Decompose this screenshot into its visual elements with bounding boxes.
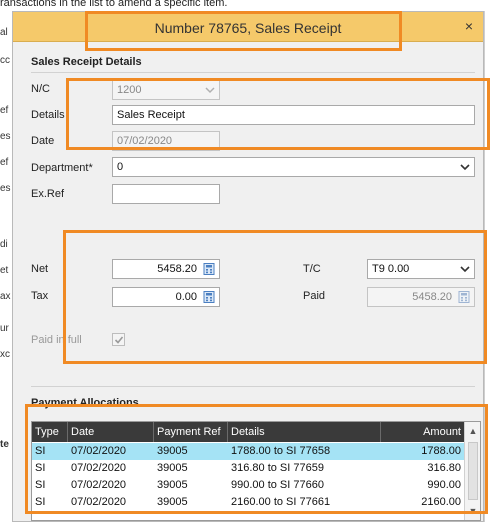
background-fragment: al	[0, 27, 8, 38]
nc-field: 1200	[112, 80, 220, 100]
details-label: Details	[31, 109, 65, 121]
cell-date: 07/02/2020	[71, 462, 127, 474]
paid-label: Paid	[303, 290, 326, 302]
scroll-down-icon[interactable]: ▼	[467, 504, 479, 518]
details-value: Sales Receipt	[117, 109, 185, 121]
allocations-table-header: Type Date Payment Ref Details Amount	[32, 422, 464, 442]
close-button[interactable]: ×	[461, 18, 477, 34]
checkmark-icon	[114, 336, 124, 344]
background-instruction: ransactions in the list to amend a speci…	[0, 0, 492, 11]
net-field[interactable]: 5458.20	[112, 259, 220, 279]
cell-type: SI	[35, 462, 46, 474]
exref-label: Ex.Ref	[31, 188, 65, 200]
background-right-strip	[484, 11, 492, 522]
column-header-details[interactable]: Details	[228, 422, 381, 442]
dialog-title: Number 78765, Sales Receipt	[154, 20, 342, 36]
scroll-up-icon[interactable]: ▲	[467, 424, 479, 438]
background-fragment: ax	[0, 291, 11, 302]
cell-type: SI	[35, 496, 46, 508]
background-fragment: es	[0, 131, 11, 142]
paid-value: 5458.20	[412, 291, 452, 303]
calculator-icon	[458, 291, 470, 303]
cell-payment-ref: 39005	[157, 445, 188, 457]
cell-payment-ref: 39005	[157, 479, 188, 491]
tc-value: T9 0.00	[372, 263, 410, 275]
department-label: Department*	[31, 162, 93, 174]
cell-date: 07/02/2020	[71, 496, 127, 508]
calculator-icon[interactable]	[203, 291, 215, 303]
date-label: Date	[31, 135, 55, 147]
department-value: 0	[117, 161, 124, 173]
cell-details: 316.80 to SI 77659	[231, 462, 324, 474]
scroll-thumb[interactable]	[468, 442, 478, 500]
cell-amount: 1788.00	[421, 445, 461, 457]
background-fragment: es	[0, 183, 11, 194]
nc-value: 1200	[117, 84, 142, 96]
background-fragment: cc	[0, 55, 10, 66]
tax-value: 0.00	[175, 291, 197, 303]
net-label: Net	[31, 263, 49, 275]
tc-label: T/C	[303, 263, 321, 275]
table-row[interactable]: SI 07/02/2020 39005 316.80 to SI 77659 3…	[32, 460, 464, 477]
cell-amount: 2160.00	[421, 496, 461, 508]
cell-type: SI	[35, 479, 46, 491]
cell-amount: 990.00	[427, 479, 461, 491]
dialog-titlebar[interactable]: Number 78765, Sales Receipt ×	[13, 12, 483, 42]
allocations-divider	[31, 386, 475, 387]
chevron-down-icon	[460, 266, 470, 273]
tc-select[interactable]: T9 0.00	[367, 259, 475, 279]
background-fragment: ef	[0, 157, 9, 168]
cell-details: 2160.00 to SI 77661	[231, 496, 331, 508]
allocations-section-title: Payment Allocations	[31, 397, 139, 409]
column-header-payment-ref[interactable]: Payment Ref	[154, 422, 228, 442]
paid-in-full-checkbox[interactable]	[112, 333, 125, 346]
table-row[interactable]: SI 07/02/2020 39005 1788.00 to SI 77658 …	[32, 443, 464, 460]
background-left-labels: al cc ef es ef es di et ax ur xc te	[0, 11, 12, 522]
cell-type: SI	[35, 445, 46, 457]
details-section-title: Sales Receipt Details	[31, 56, 142, 68]
paid-field: 5458.20	[367, 287, 475, 307]
date-field: 07/02/2020	[112, 131, 220, 151]
exref-field[interactable]	[112, 184, 220, 204]
department-select[interactable]: 0	[112, 157, 475, 177]
table-row[interactable]: SI 07/02/2020 39005 990.00 to SI 77660 9…	[32, 477, 464, 494]
details-field[interactable]: Sales Receipt	[112, 105, 475, 125]
chevron-down-icon	[460, 164, 470, 171]
table-row[interactable]: SI 07/02/2020 39005 2160.00 to SI 77661 …	[32, 494, 464, 511]
allocations-table[interactable]: Type Date Payment Ref Details Amount SI …	[31, 421, 481, 521]
date-value: 07/02/2020	[117, 135, 173, 147]
chevron-down-icon	[205, 87, 215, 94]
cell-payment-ref: 39005	[157, 496, 188, 508]
sales-receipt-dialog: Number 78765, Sales Receipt × Sales Rece…	[12, 11, 484, 522]
background-fragment: ur	[0, 323, 9, 334]
cell-payment-ref: 39005	[157, 462, 188, 474]
background-fragment: te	[0, 439, 9, 450]
table-scrollbar[interactable]: ▲ ▼	[464, 422, 480, 520]
calculator-icon[interactable]	[203, 263, 215, 275]
tax-label: Tax	[31, 290, 49, 302]
column-header-amount[interactable]: Amount	[381, 422, 464, 442]
background-instruction-text: ransactions in the list to amend a speci…	[0, 0, 228, 9]
background-fragment: xc	[0, 349, 10, 360]
cell-details: 1788.00 to SI 77658	[231, 445, 331, 457]
paid-in-full-label: Paid in full	[31, 334, 82, 346]
cell-date: 07/02/2020	[71, 479, 127, 491]
net-value: 5458.20	[157, 263, 197, 275]
nc-label: N/C	[31, 83, 50, 95]
close-icon: ×	[464, 18, 474, 34]
background-fragment: ef	[0, 105, 9, 116]
background-fragment: di	[0, 239, 8, 250]
cell-date: 07/02/2020	[71, 445, 127, 457]
column-header-date[interactable]: Date	[68, 422, 154, 442]
background-fragment: et	[0, 265, 9, 276]
cell-amount: 316.80	[427, 462, 461, 474]
tax-field[interactable]: 0.00	[112, 287, 220, 307]
cell-details: 990.00 to SI 77660	[231, 479, 324, 491]
details-divider	[31, 72, 475, 73]
column-header-type[interactable]: Type	[32, 422, 68, 442]
